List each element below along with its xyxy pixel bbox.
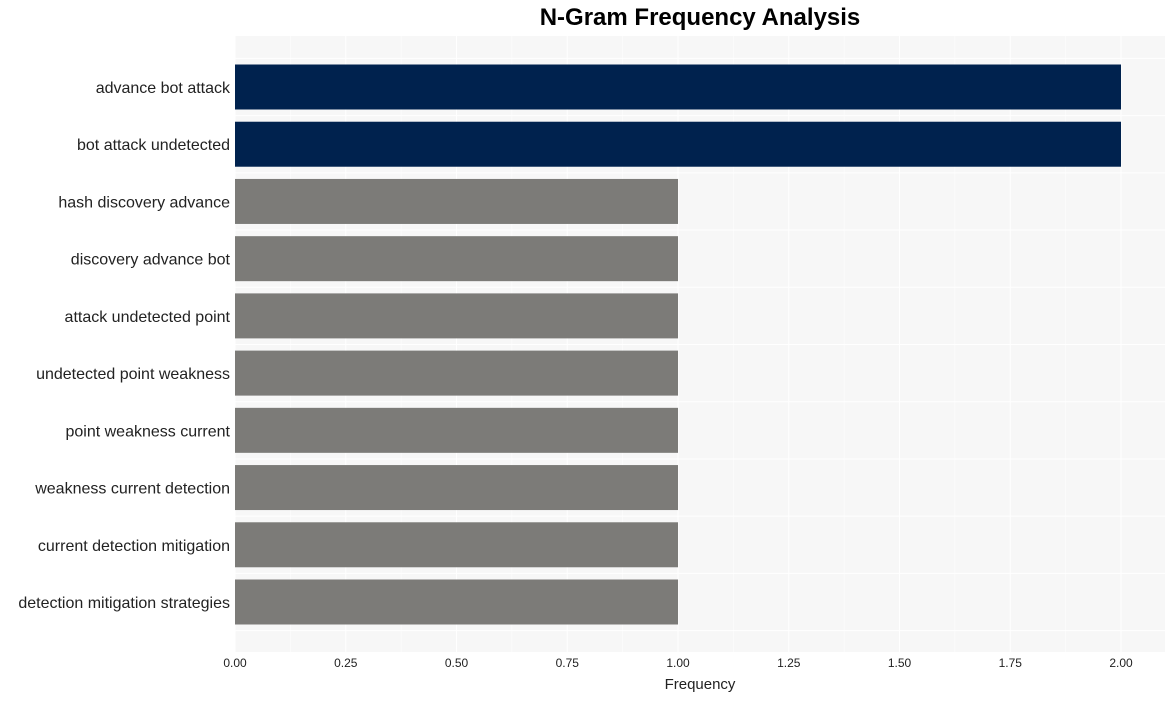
bar — [235, 293, 678, 339]
y-tick-label: weakness current detection — [34, 481, 230, 498]
bar — [235, 178, 678, 224]
x-tick-label: 1.50 — [888, 656, 912, 670]
y-tick-label: point weakness current — [65, 423, 230, 440]
x-axis-ticks: 0.00 0.25 0.50 0.75 1.00 1.25 1.50 1.75 2.00 — [223, 656, 1133, 670]
x-tick-label: 2.00 — [1109, 656, 1133, 670]
x-tick-label: 1.00 — [666, 656, 690, 670]
bar — [235, 465, 678, 511]
y-tick-label: hash discovery advance — [58, 194, 230, 211]
bar — [235, 407, 678, 453]
y-tick-label: current detection mitigation — [38, 538, 230, 555]
x-tick-label: 0.00 — [223, 656, 247, 670]
y-tick-label: undetected point weakness — [36, 366, 230, 383]
x-tick-label: 1.75 — [999, 656, 1023, 670]
y-tick-label: detection mitigation strategies — [18, 595, 230, 612]
bar — [235, 350, 678, 396]
y-tick-label: bot attack undetected — [77, 137, 230, 154]
x-tick-label: 0.25 — [334, 656, 358, 670]
x-axis-label: Frequency — [665, 676, 736, 693]
y-axis-labels: advance bot attack bot attack undetected h… — [18, 80, 231, 612]
y-tick-label: discovery advance bot — [71, 252, 231, 269]
x-tick-label: 0.50 — [445, 656, 469, 670]
bar-chart: advance bot attack bot attack undetected h… — [18, 36, 1165, 693]
x-tick-label: 1.25 — [777, 656, 801, 670]
bar — [235, 522, 678, 568]
bar — [235, 64, 1121, 110]
y-tick-label: attack undetected point — [65, 309, 231, 326]
bar — [235, 579, 678, 625]
bar — [235, 236, 678, 282]
x-tick-label: 0.75 — [556, 656, 580, 670]
y-tick-label: advance bot attack — [96, 80, 231, 97]
bar — [235, 121, 1121, 167]
